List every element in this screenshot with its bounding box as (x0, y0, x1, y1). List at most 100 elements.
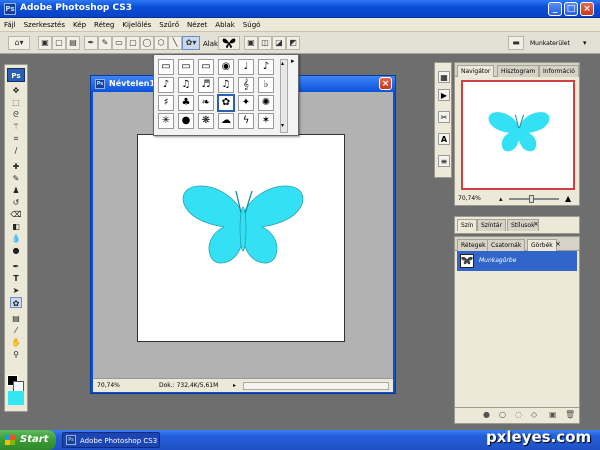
workspace-label[interactable]: Munkaterület (530, 40, 570, 47)
move-tool-icon[interactable]: ✥ (10, 85, 22, 96)
paths-tab-close-icon[interactable]: × (555, 240, 561, 248)
quick-mask-color-swatch[interactable] (8, 391, 24, 405)
document-close-button[interactable]: × (379, 77, 392, 90)
intersect-mode-icon[interactable]: ◩ (286, 36, 300, 50)
hand-tool-icon[interactable]: ✋ (10, 337, 22, 348)
tab-info[interactable]: Információ (539, 65, 579, 77)
shape-picker-scrollbar[interactable]: ▴ ▾ (280, 59, 288, 133)
styles-tab-close-icon[interactable]: × (533, 220, 539, 228)
ellipse-icon[interactable]: ◯ (140, 36, 154, 50)
marquee-tool-icon[interactable]: ⬚ (10, 97, 22, 108)
shape-cell[interactable]: ◉ (218, 59, 234, 75)
actions-panel-icon[interactable]: ▶ (438, 89, 450, 101)
scroll-down-icon[interactable]: ▾ (281, 122, 284, 129)
shape-cell[interactable]: ♯ (158, 95, 174, 111)
start-button[interactable]: Start (0, 430, 56, 450)
blur-tool-icon[interactable]: 💧 (10, 233, 22, 244)
notes-tool-icon[interactable]: ▤ (10, 313, 22, 324)
menu-file[interactable]: Fájl (0, 18, 20, 32)
menu-filter[interactable]: Szűrő (155, 18, 183, 32)
shape-dropdown[interactable] (218, 36, 240, 50)
menu-view[interactable]: Nézet (183, 18, 211, 32)
tab-paths[interactable]: Görbék (527, 239, 557, 251)
crop-tool-icon[interactable]: ⌗ (10, 133, 22, 144)
delete-path-icon[interactable]: 🗑 (565, 408, 575, 422)
shape-cell[interactable]: ϟ (238, 113, 254, 129)
polygon-icon[interactable]: ⬡ (154, 36, 168, 50)
shape-cell[interactable]: ✶ (258, 113, 274, 129)
shape-cell[interactable]: ♣ (178, 95, 194, 111)
horizontal-scrollbar[interactable] (243, 382, 389, 390)
load-selection-icon[interactable]: ◌ (515, 408, 522, 422)
paths-icon[interactable]: ▢ (52, 36, 66, 50)
brush-panel-icon[interactable]: ▦ (438, 71, 450, 83)
custom-shape-icon[interactable]: ✿▾ (182, 36, 200, 50)
shape-layers-icon[interactable]: ▣ (38, 36, 52, 50)
tab-navigator[interactable]: Navigátor (457, 65, 495, 77)
brush-tool-icon[interactable]: ✎ (10, 173, 22, 184)
rounded-rectangle-icon[interactable]: ▢ (126, 36, 140, 50)
shape-cell[interactable]: ♫ (178, 77, 194, 93)
freeform-pen-icon[interactable]: ✎ (98, 36, 112, 50)
close-button[interactable]: × (580, 2, 594, 16)
fill-path-icon[interactable]: ● (483, 408, 490, 422)
tab-swatches[interactable]: Színtár (477, 219, 506, 231)
rectangle-icon[interactable]: ▭ (112, 36, 126, 50)
shape-cell[interactable]: ▭ (178, 59, 194, 75)
lasso-tool-icon[interactable]: ᘓ (10, 109, 22, 120)
dodge-tool-icon[interactable]: ● (10, 245, 22, 256)
line-icon[interactable]: ╲ (168, 36, 182, 50)
eyedropper-tool-icon[interactable]: ⁄ (10, 325, 22, 336)
shape-cell[interactable]: ✿ (217, 94, 235, 112)
maximize-button[interactable]: □ (564, 2, 578, 16)
shape-picker-menu-icon[interactable]: ▸ (291, 57, 295, 65)
shape-cell[interactable]: ♫ (218, 77, 234, 93)
shape-cell[interactable]: ☁ (218, 113, 234, 129)
shape-cell[interactable]: ♭ (258, 77, 274, 93)
shape-cell[interactable]: ✳ (158, 113, 174, 129)
pen-icon[interactable]: ✒ (84, 36, 98, 50)
tab-layers[interactable]: Rétegek (457, 239, 490, 251)
add-mode-icon[interactable]: ◫ (258, 36, 272, 50)
shape-cell[interactable]: ● (178, 113, 194, 129)
canvas[interactable] (137, 134, 345, 342)
minimize-button[interactable]: _ (548, 2, 562, 16)
tab-channels[interactable]: Csatornák (487, 239, 526, 251)
shape-cell[interactable]: ▭ (158, 59, 174, 75)
pen-tool-icon[interactable]: ✒ (10, 261, 22, 272)
zoom-tool-icon[interactable]: ⚲ (10, 349, 22, 360)
menu-select[interactable]: Kijelölés (118, 18, 155, 32)
zoom-slider-handle[interactable] (529, 195, 534, 203)
shape-cell[interactable]: ♩ (238, 59, 254, 75)
shape-cell[interactable]: ♪ (258, 59, 274, 75)
zoom-out-icon[interactable]: ▴ (499, 193, 503, 205)
history-brush-tool-icon[interactable]: ↺ (10, 197, 22, 208)
shape-cell[interactable]: ♪ (158, 77, 174, 93)
shape-cell[interactable]: ❧ (198, 95, 214, 111)
navigator-preview[interactable] (461, 80, 575, 190)
zoom-slider[interactable] (509, 198, 559, 200)
menu-help[interactable]: Súgó (239, 18, 265, 32)
clone-stamp-tool-icon[interactable]: ♟ (10, 185, 22, 196)
make-work-path-icon[interactable]: ◇ (531, 408, 537, 422)
navigator-zoom-value[interactable]: 70,74% (458, 193, 481, 205)
shape-cell[interactable]: ✺ (258, 95, 274, 111)
butterfly-shape[interactable] (180, 181, 306, 277)
zoom-level[interactable]: 70,74% (97, 379, 120, 393)
type-tool-icon[interactable]: T (10, 273, 22, 284)
stroke-path-icon[interactable]: ○ (499, 408, 506, 422)
zoom-in-icon[interactable]: ▲ (565, 193, 571, 205)
subtract-mode-icon[interactable]: ◪ (272, 36, 286, 50)
tab-color[interactable]: Szín (457, 219, 478, 231)
tab-histogram[interactable]: Hisztogram (497, 65, 540, 77)
new-layer-mode-icon[interactable]: ▣ (244, 36, 258, 50)
tool-presets-icon[interactable]: ✂ (438, 111, 450, 123)
new-path-icon[interactable]: ▣ (549, 408, 557, 422)
shape-cell[interactable]: ✦ (238, 95, 254, 111)
menu-image[interactable]: Kép (69, 18, 90, 32)
tool-preset-picker[interactable]: ⌂▾ (8, 36, 30, 50)
character-panel-icon[interactable]: A (438, 133, 450, 145)
menu-layer[interactable]: Réteg (90, 18, 118, 32)
shape-cell[interactable]: ♬ (198, 77, 214, 93)
paragraph-panel-icon[interactable]: ≡ (438, 155, 450, 167)
